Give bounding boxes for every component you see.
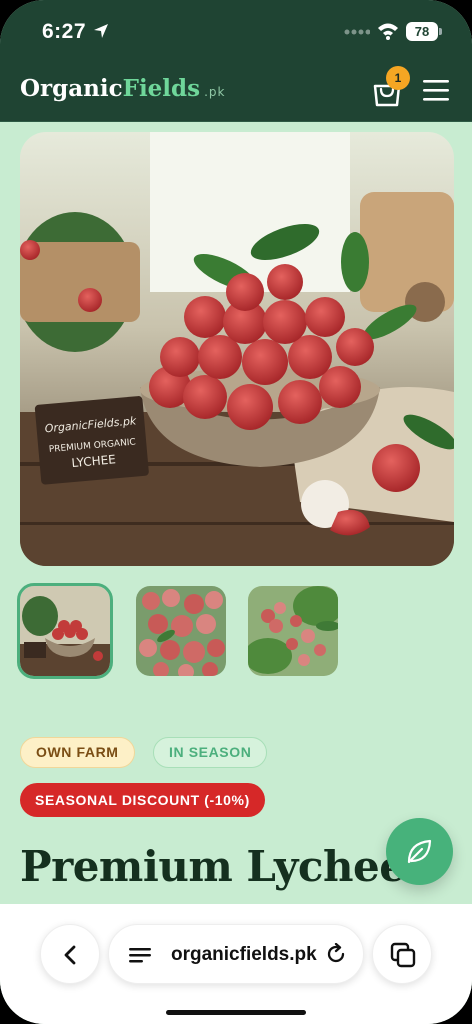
logo-word-organic: Organic bbox=[20, 75, 123, 102]
location-arrow-icon bbox=[94, 24, 108, 38]
thumbnail-1-image bbox=[20, 586, 110, 676]
address-bar[interactable]: organicfields.pk bbox=[108, 924, 364, 984]
product-hero-image[interactable]: OrganicFields.pk PREMIUM ORGANIC LYCHEE bbox=[20, 132, 454, 566]
reload-icon[interactable] bbox=[325, 943, 347, 965]
battery-indicator: 78 bbox=[406, 22, 442, 41]
discount-badge: SEASONAL DISCOUNT (-10%) bbox=[20, 783, 265, 817]
site-logo[interactable]: OrganicFields .pk bbox=[20, 75, 225, 102]
tabs-icon bbox=[390, 942, 416, 968]
page-menu-icon[interactable] bbox=[129, 945, 151, 965]
thumbnail-2[interactable] bbox=[136, 586, 226, 676]
home-indicator[interactable] bbox=[166, 1010, 306, 1015]
tag-own-farm: OWN FARM bbox=[20, 737, 135, 768]
browser-toolbar: organicfields.pk bbox=[0, 904, 472, 1024]
url-text: organicfields.pk bbox=[171, 944, 317, 965]
back-button[interactable] bbox=[40, 924, 100, 984]
wifi-icon bbox=[378, 23, 398, 40]
logo-word-fields: Fields bbox=[122, 75, 201, 102]
status-time: 6:27 bbox=[42, 20, 87, 43]
logo-suffix: .pk bbox=[204, 85, 226, 99]
hamburger-menu-icon[interactable] bbox=[422, 78, 450, 102]
thumbnail-1[interactable] bbox=[17, 583, 113, 679]
thumbnail-2-image bbox=[136, 586, 226, 676]
thumbnail-3[interactable] bbox=[248, 586, 338, 676]
chevron-left-icon bbox=[64, 945, 76, 965]
floating-action-button[interactable] bbox=[386, 818, 453, 885]
cellular-dots-icon bbox=[344, 29, 370, 35]
thumbnail-3-image bbox=[248, 586, 338, 676]
tag-in-season: IN SEASON bbox=[153, 737, 268, 768]
lychee-bowl-photo: OrganicFields.pk PREMIUM ORGANIC LYCHEE bbox=[20, 132, 454, 566]
cart-count-badge: 1 bbox=[386, 66, 410, 90]
tabs-button[interactable] bbox=[372, 924, 432, 984]
status-bar: 6:27 78 bbox=[0, 0, 472, 60]
phone-screen: 6:27 78 OrganicFields .pk 1 OrganicField… bbox=[0, 0, 472, 1024]
product-title: Premium Lychee bbox=[20, 842, 406, 891]
leaf-icon bbox=[407, 839, 432, 864]
